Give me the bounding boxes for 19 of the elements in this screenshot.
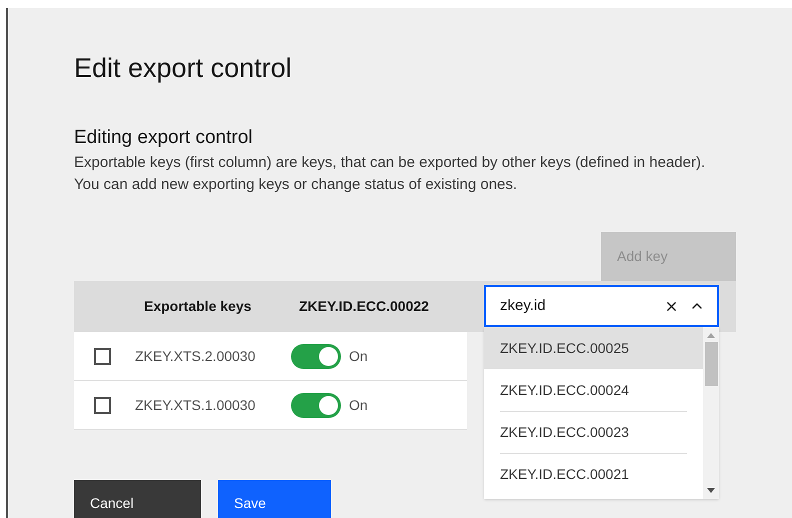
row-checkbox[interactable] xyxy=(94,396,111,414)
cancel-button[interactable]: Cancel xyxy=(74,480,201,518)
toggle-label: On xyxy=(349,346,368,366)
toggle-label: On xyxy=(349,396,368,414)
row-checkbox[interactable] xyxy=(94,348,111,364)
save-button[interactable]: Save xyxy=(218,480,331,518)
key-combobox[interactable]: zkey.id xyxy=(484,285,719,327)
scrollbar[interactable] xyxy=(703,327,719,499)
combobox-input[interactable]: zkey.id xyxy=(500,294,664,318)
section-description: Exportable keys (first column) are keys, that can be exported by other keys (defined in header). You can add new exporting keys or change status of existing ones. xyxy=(74,153,706,195)
table-cell-text: ZKEY.XTS.2.00030 xyxy=(135,346,256,366)
table-cell-text: ZKEY.XTS.1.00030 xyxy=(135,396,256,414)
column-header: Exportable keys xyxy=(144,297,252,316)
column-header: ZKEY.ID.ECC.00022 xyxy=(299,297,429,316)
dropdown-option[interactable]: ZKEY.ID.ECC.00025 xyxy=(484,327,703,369)
section-heading: Editing export control xyxy=(74,126,252,150)
dialog-title: Edit export control xyxy=(74,52,292,85)
toggle-switch[interactable] xyxy=(291,392,341,418)
toggle-switch[interactable] xyxy=(291,344,341,368)
